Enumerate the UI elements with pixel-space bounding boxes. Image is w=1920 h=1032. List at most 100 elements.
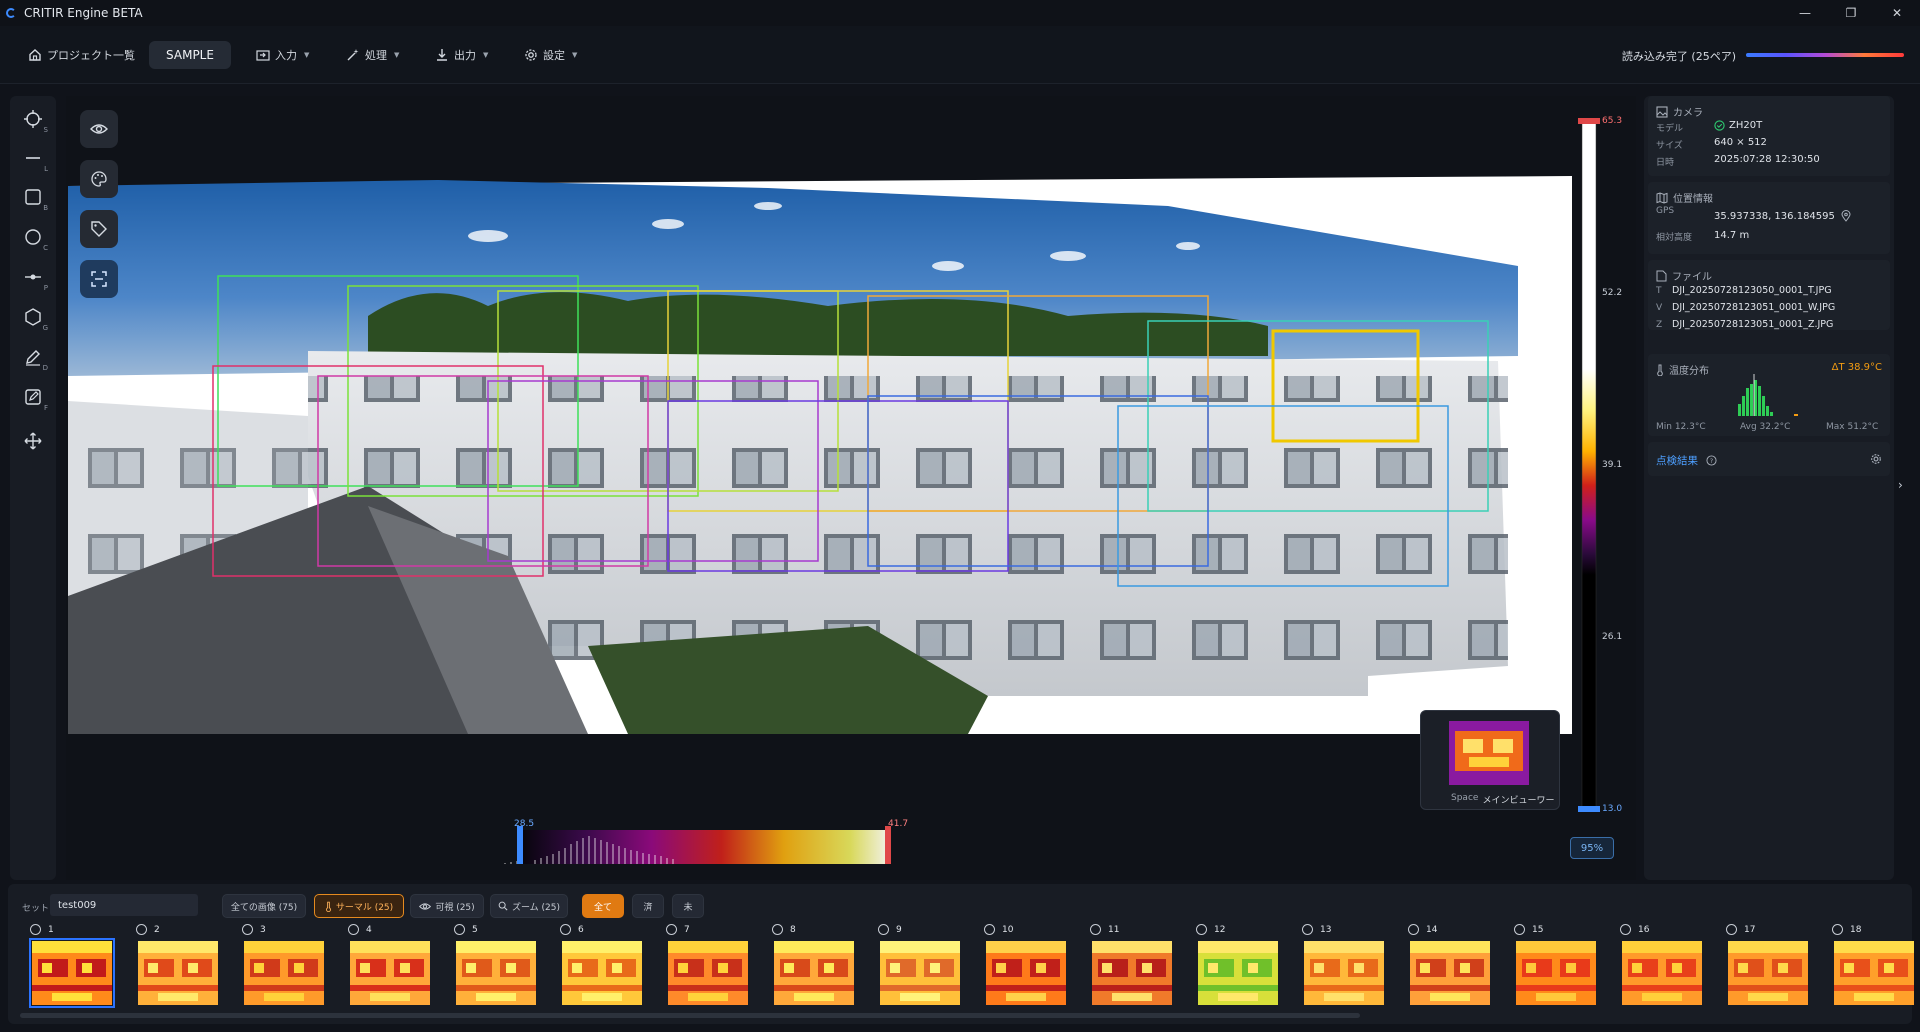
thumbnail-number: 10 [1002,925,1014,935]
thumbnail-item[interactable]: 18 [1828,924,1916,1014]
polygon-tool[interactable]: G [18,302,48,332]
gear-icon[interactable] [1870,453,1882,465]
close-button[interactable]: ✕ [1874,0,1920,26]
temperature-avg: Avg 32.2°C [1740,422,1791,432]
thumbnail-scrollbar[interactable] [20,1013,1360,1018]
thumbnail-number: 2 [154,925,160,935]
filter-thermal-button[interactable]: サーマル (25) [314,894,404,918]
status-done-button[interactable]: 済 [632,894,664,918]
input-menu[interactable]: 入力 ▼ [256,43,309,67]
minimize-button[interactable]: — [1782,0,1828,26]
palette-icon [91,171,107,187]
move-tool[interactable] [18,426,48,456]
process-menu[interactable]: 処理 ▼ [346,43,399,67]
fit-view-button[interactable] [80,260,118,298]
select-tool[interactable]: S [18,104,48,134]
thumbnail-item[interactable]: 7 [662,924,750,1014]
thumbnail-item[interactable]: 14 [1404,924,1492,1014]
inspection-results-link[interactable]: 点検結果 [1656,453,1698,468]
camera-title: カメラ [1673,108,1703,119]
app-logo-icon [6,8,16,18]
thumbnail-number: 15 [1532,925,1544,935]
box-icon [25,189,41,205]
help-icon[interactable]: ? [1706,455,1717,466]
thumbnail-item[interactable]: 16 [1616,924,1704,1014]
thumbnail-radio[interactable] [1090,924,1101,935]
thumbnail-item[interactable]: 3 [238,924,326,1014]
home-icon [29,49,41,61]
box-tool[interactable]: B [18,182,48,212]
line-tool[interactable]: L [18,143,48,173]
load-status: 読み込み完了 (25ペア) [1621,50,1736,63]
thumbnail-item[interactable]: 17 [1722,924,1810,1014]
thumbnail-radio[interactable] [1408,924,1419,935]
project-tab-sample[interactable]: SAMPLE [149,41,231,69]
thumbnail-radio[interactable] [560,924,571,935]
filter-all-images-button[interactable]: 全ての画像 (75) [222,894,306,918]
restore-button[interactable]: ❐ [1828,0,1874,26]
minimap[interactable]: Space メインビューワー [1420,710,1560,810]
thumbnail-radio[interactable] [1196,924,1207,935]
thumbnail-radio[interactable] [1832,924,1843,935]
project-list-button[interactable]: プロジェクト一覧 [28,43,135,67]
thumbnail-item[interactable]: 5 [450,924,538,1014]
thumbnail-radio[interactable] [666,924,677,935]
set-input[interactable] [50,894,198,916]
thumbnail-item[interactable]: 1 [26,924,115,1014]
settings-menu[interactable]: 設定 ▼ [524,43,577,67]
thumbnail-item[interactable]: 10 [980,924,1068,1014]
thumbnail-item[interactable]: 4 [344,924,432,1014]
location-pin-icon[interactable] [1841,210,1851,222]
magic-wand-icon [347,49,359,61]
draw-tool[interactable]: D [18,342,48,372]
visibility-toggle-button[interactable] [80,110,118,148]
point-tool[interactable]: P [18,262,48,292]
thumbnail-radio[interactable] [454,924,465,935]
thumbnail-item[interactable]: 9 [874,924,962,1014]
thumbnail-item[interactable]: 15 [1510,924,1598,1014]
edit-tool[interactable]: F [18,382,48,412]
panorama-image[interactable] [68,176,1572,734]
thumbnail-radio[interactable] [772,924,783,935]
thermometer-icon [1657,364,1663,376]
edit-icon [25,389,41,405]
output-menu[interactable]: 出力 ▼ [435,43,488,67]
gps-label: GPS [1656,206,1675,216]
thermal-thumbnail-image [774,941,854,1005]
thumbnail-radio[interactable] [1726,924,1737,935]
status-todo-button[interactable]: 未 [672,894,704,918]
status-all-button[interactable]: 全て [582,894,624,918]
thumbnail-radio[interactable] [878,924,889,935]
thermal-thumbnail-image [562,941,642,1005]
thumbnail-item[interactable]: 13 [1298,924,1386,1014]
palette-button[interactable] [80,160,118,198]
thumbnail-radio[interactable] [1620,924,1631,935]
temperature-range-slider[interactable] [495,822,905,868]
thumbnail-item[interactable]: 6 [556,924,644,1014]
thumbnail-radio[interactable] [30,924,41,935]
thumbnail-item[interactable]: 12 [1192,924,1280,1014]
thumbnail-radio[interactable] [1514,924,1525,935]
filter-visible-button[interactable]: 可視 (25) [410,894,484,918]
panel-collapse-icon[interactable]: › [1898,478,1912,498]
thermal-thumbnail-image [880,941,960,1005]
zoom-level-indicator[interactable]: 95% [1570,837,1614,859]
colorbar-max-label: 65.3 [1602,116,1623,126]
thumbnail-item[interactable]: 2 [132,924,220,1014]
thumbnail-item[interactable]: 11 [1086,924,1174,1014]
tag-button[interactable] [80,210,118,248]
thumbnail-radio[interactable] [348,924,359,935]
zoom-file-name: DJI_20250728123051_0001_Z.JPG [1672,319,1834,330]
thumbnail-radio[interactable] [1302,924,1313,935]
thermal-thumbnail-image [1622,941,1702,1005]
thumbnail-radio[interactable] [984,924,995,935]
circle-icon [25,229,41,245]
filter-zoom-button[interactable]: ズーム (25) [490,894,568,918]
temperature-distribution-card: 温度分布 ΔT 38.9°C Min 12.3°C Avg 32.2°C Max… [1648,354,1890,436]
title-bar: CRITIR Engine BETA — ❐ ✕ [0,0,1920,26]
thumbnail-item[interactable]: 8 [768,924,856,1014]
circle-tool[interactable]: C [18,222,48,252]
thumbnail-radio[interactable] [136,924,147,935]
temperature-colorbar[interactable] [1578,118,1600,812]
thumbnail-radio[interactable] [242,924,253,935]
